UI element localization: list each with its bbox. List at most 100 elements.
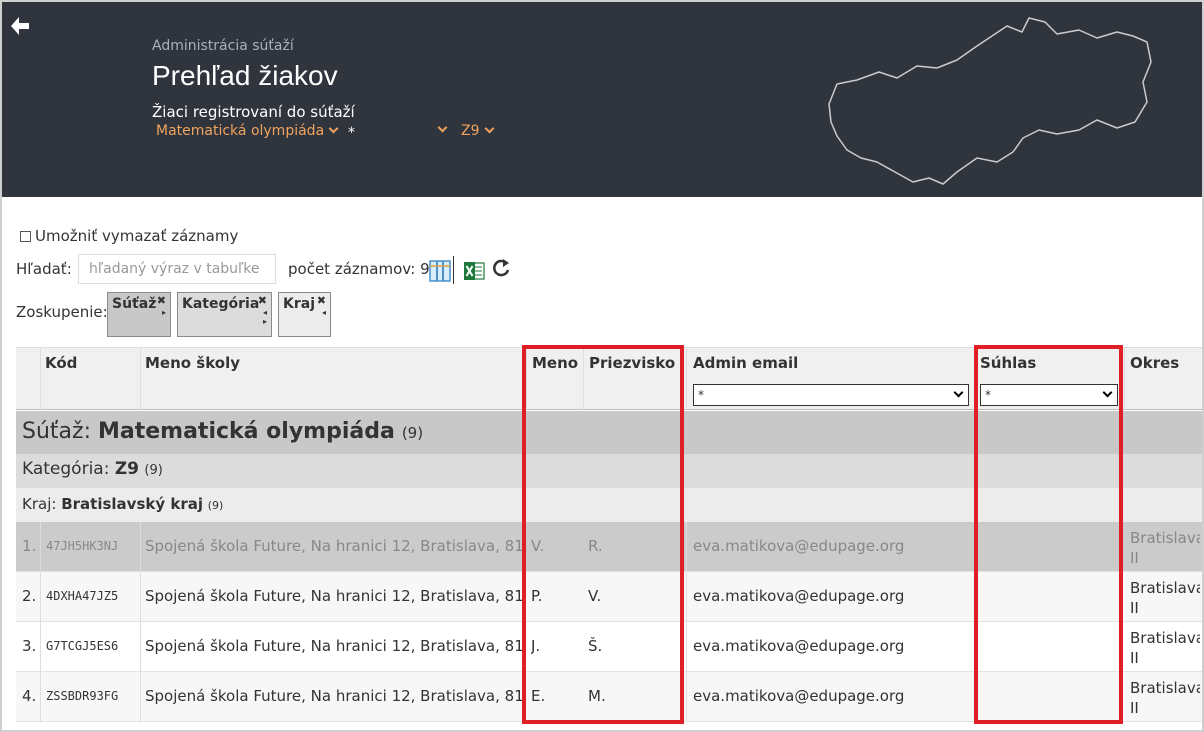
consent-filter-select[interactable]: * <box>980 384 1118 406</box>
row-first-name: V. <box>531 537 545 555</box>
search-label: Hľadať: <box>16 260 72 278</box>
row-code: 47JH5HK3NJ <box>46 539 119 553</box>
row-number: 1. <box>22 537 37 555</box>
competition-select[interactable]: Matematická olympiáda <box>156 123 339 139</box>
group-chip-label: Kategória <box>182 296 260 312</box>
table-row[interactable]: 2. 4DXHA47JZ5 Spojená škola Future, Na h… <box>16 572 1204 622</box>
column-divider <box>686 348 687 410</box>
row-admin-email: eva.matikova@edupage.org <box>693 537 905 555</box>
back-arrow-icon[interactable] <box>8 14 32 38</box>
columns-icon[interactable] <box>429 260 451 282</box>
registered-label: Žiaci registrovaní do súťaží <box>152 103 355 121</box>
row-school: Spojená škola Future, Na hranici 12, Bra… <box>145 637 523 655</box>
toolbar-divider <box>453 256 454 284</box>
row-school: Spojená škola Future, Na hranici 12, Bra… <box>145 587 523 605</box>
row-last-name: Š. <box>588 637 603 655</box>
group-chip-label: Kraj <box>283 296 315 312</box>
group-chip-label: Súťaž <box>112 296 157 312</box>
row-admin-email: eva.matikova@edupage.org <box>693 637 905 655</box>
close-icon[interactable]: ✖ <box>157 294 166 307</box>
row-number: 4. <box>22 687 37 705</box>
column-divider <box>40 572 41 622</box>
group-label: Kraj: <box>22 495 57 513</box>
row-first-name: E. <box>531 687 546 705</box>
arrows-icon[interactable]: ◂ ▸ <box>263 308 267 326</box>
competition-select-label: Matematická olympiáda <box>156 123 325 139</box>
row-district: Bratislava II <box>1130 679 1200 717</box>
row-district: Bratislava II <box>1130 529 1200 567</box>
chevron-down-icon <box>484 123 494 134</box>
excel-export-icon[interactable] <box>463 260 485 282</box>
column-divider <box>686 622 687 672</box>
column-header-admin-email[interactable]: Admin email <box>693 354 798 372</box>
column-divider <box>140 522 141 572</box>
chevron-down-icon <box>1102 387 1113 398</box>
row-code: ZSSBDR93FG <box>46 689 119 703</box>
row-first-name: J. <box>531 637 541 655</box>
group-label: Kategória: <box>22 459 110 479</box>
column-divider <box>40 348 41 410</box>
column-divider <box>974 348 975 410</box>
allow-delete-label: Umožniť vymazať záznamy <box>35 227 239 245</box>
chevron-down-icon <box>328 123 339 134</box>
group-chip-region[interactable]: Kraj ✖ ◂ <box>278 292 331 337</box>
column-divider <box>140 622 141 672</box>
column-header-code[interactable]: Kód <box>45 354 77 372</box>
group-value: Z9 <box>114 459 140 479</box>
allow-delete-checkbox[interactable] <box>20 230 31 242</box>
group-row-category[interactable]: Kategória: Z9 (9) <box>16 454 1204 488</box>
column-divider <box>686 672 687 722</box>
column-header-last-name[interactable]: Priezvisko <box>589 354 675 372</box>
filter-value: * <box>698 388 704 402</box>
table-row[interactable]: 3. G7TCGJ5ES6 Spojená škola Future, Na h… <box>16 622 1204 672</box>
row-last-name: R. <box>588 537 603 555</box>
grade-select-label: Z9 <box>461 123 480 139</box>
refresh-icon[interactable] <box>490 257 512 279</box>
column-header-consent[interactable]: Súhlas <box>980 354 1036 372</box>
record-count: počet záznamov: 9 <box>288 260 430 278</box>
group-count: (9) <box>207 499 224 512</box>
column-divider <box>140 572 141 622</box>
arrow-left-icon[interactable]: ◂ <box>322 308 326 317</box>
column-divider <box>583 348 584 410</box>
row-last-name: V. <box>588 587 602 605</box>
group-value: Matematická olympiáda <box>97 419 395 444</box>
group-row-region[interactable]: Kraj: Bratislavský kraj (9) <box>16 488 1204 522</box>
row-district: Bratislava II <box>1130 629 1200 667</box>
column-divider <box>686 522 687 572</box>
column-header-school[interactable]: Meno školy <box>145 354 240 372</box>
slovakia-map-icon <box>828 17 1152 185</box>
column-header-district[interactable]: Okres <box>1130 354 1179 372</box>
middle-select[interactable] <box>437 122 448 138</box>
table-row[interactable]: 4. ZSSBDR93FG Spojená škola Future, Na h… <box>16 672 1204 722</box>
close-icon[interactable]: ✖ <box>317 294 326 307</box>
grade-select[interactable]: Z9 <box>461 123 494 139</box>
column-divider <box>140 672 141 722</box>
filter-star[interactable]: * <box>348 125 355 141</box>
group-count: (9) <box>144 463 163 478</box>
row-school: Spojená škola Future, Na hranici 12, Bra… <box>145 537 523 555</box>
row-admin-email: eva.matikova@edupage.org <box>693 687 905 705</box>
row-number: 3. <box>22 637 37 655</box>
column-divider <box>40 622 41 672</box>
group-chip-category[interactable]: Kategória ✖ ◂ ▸ <box>177 292 272 337</box>
chevron-down-icon <box>437 122 448 133</box>
row-last-name: M. <box>588 687 606 705</box>
filter-value: * <box>985 388 991 402</box>
admin-email-filter-select[interactable]: * <box>693 384 969 406</box>
column-divider <box>40 522 41 572</box>
group-row-competition[interactable]: Súťaž: Matematická olympiáda (9) <box>16 411 1204 454</box>
allow-delete-row[interactable]: Umožniť vymazať záznamy <box>20 227 238 245</box>
arrow-right-icon[interactable]: ▸ <box>162 308 166 317</box>
close-icon[interactable]: ✖ <box>258 294 267 307</box>
column-header-first-name[interactable]: Meno <box>532 354 578 372</box>
chevron-down-icon <box>953 387 964 398</box>
group-chip-competition[interactable]: Súťaž ✖ ▸ <box>107 292 171 337</box>
search-input[interactable] <box>78 254 276 284</box>
row-school: Spojená škola Future, Na hranici 12, Bra… <box>145 687 523 705</box>
group-count: (9) <box>401 424 424 442</box>
grouping-label: Zoskupenie: <box>16 303 108 321</box>
group-label: Súťaž: <box>22 419 91 444</box>
column-divider <box>686 572 687 622</box>
table-row[interactable]: 1. 47JH5HK3NJ Spojená škola Future, Na h… <box>16 522 1204 572</box>
